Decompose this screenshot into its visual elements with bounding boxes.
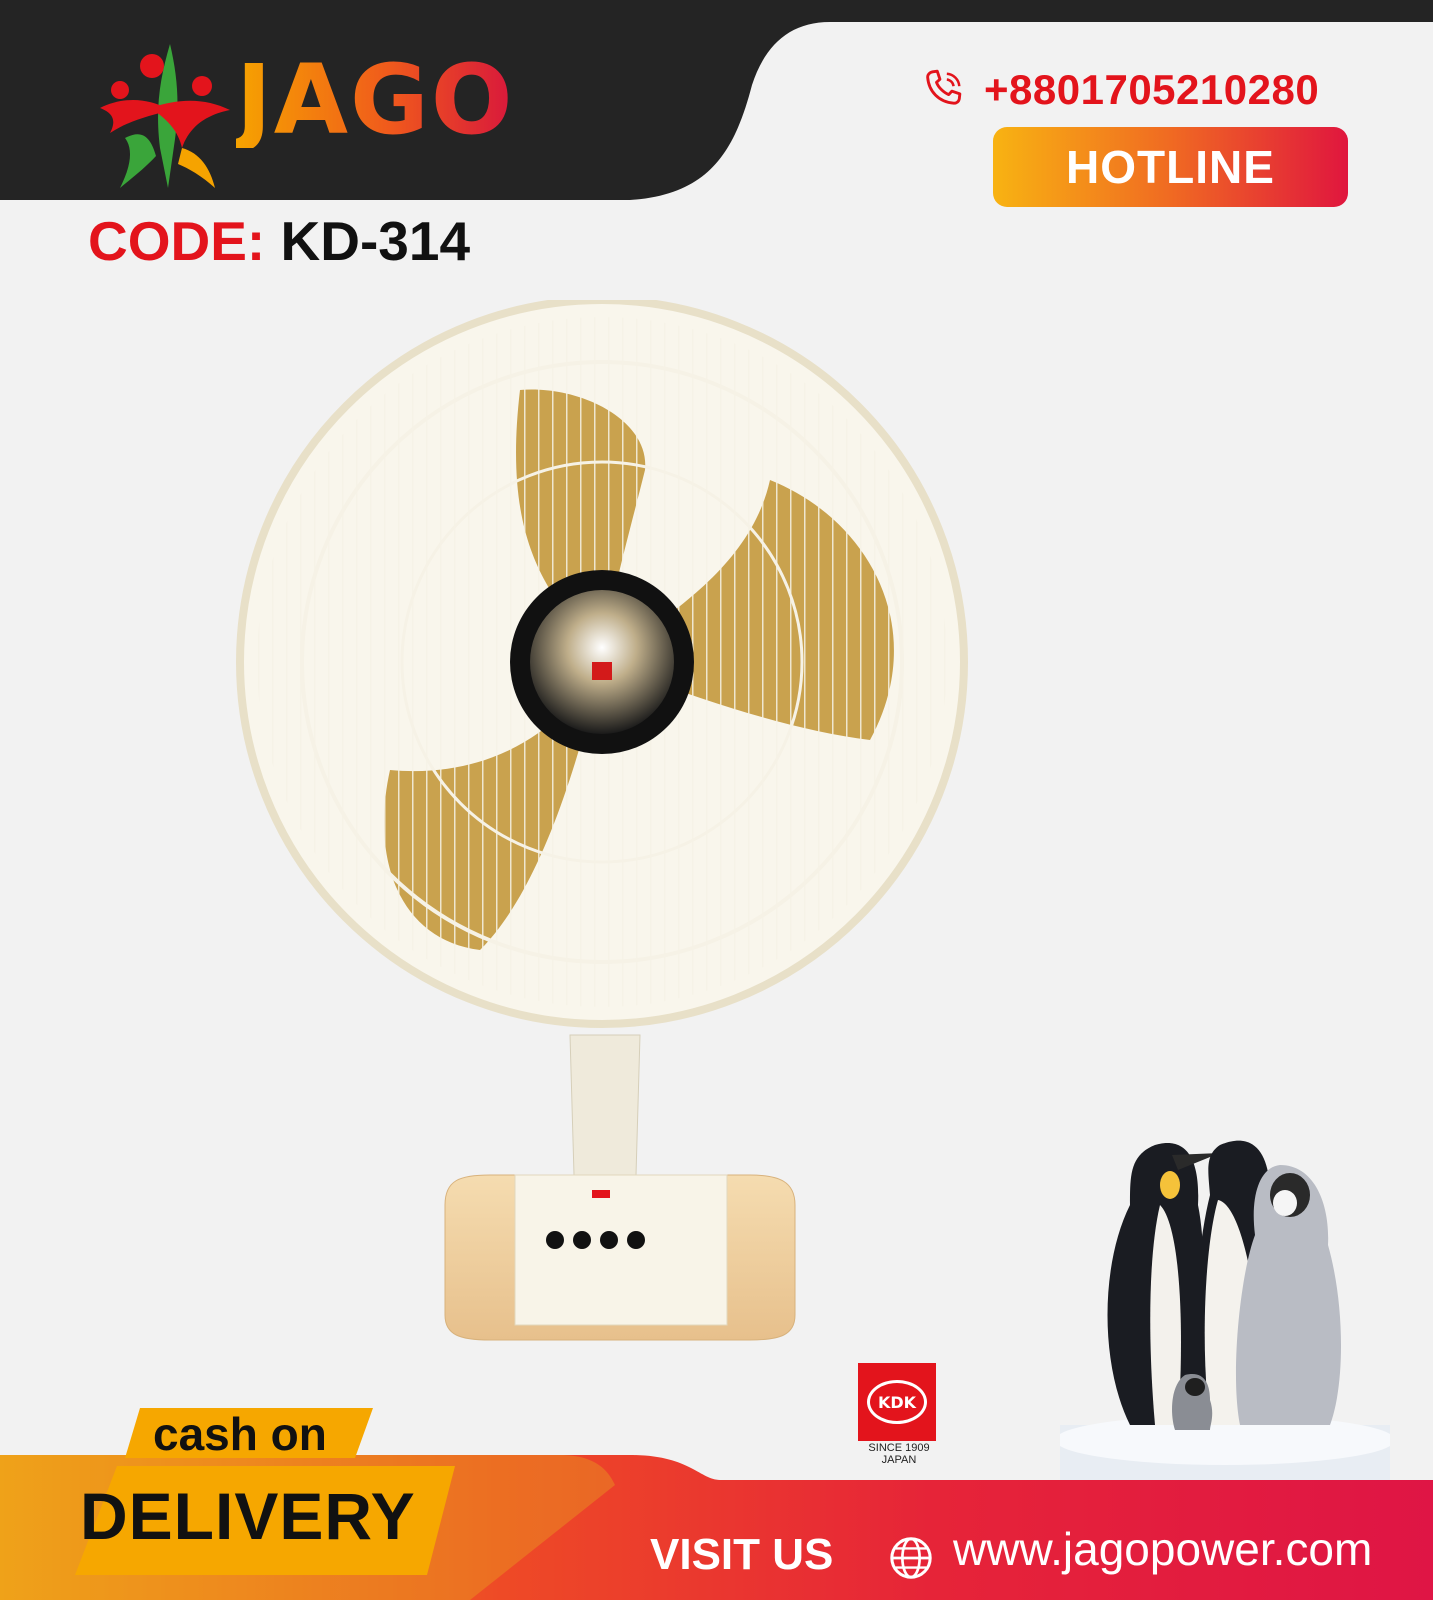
brand-logo-text: JAGO xyxy=(236,44,515,156)
kdk-since-text: SINCE 1909 xyxy=(868,1442,930,1454)
penguins-image xyxy=(1060,1140,1390,1485)
cod-line-1: cash on xyxy=(153,1408,327,1460)
kdk-logo: KDK xyxy=(867,1380,927,1424)
product-code: CODE: KD-314 xyxy=(88,214,470,269)
phone-icon xyxy=(926,69,962,105)
visit-us-label: VISIT US xyxy=(650,1530,834,1579)
phone-number: +8801705210280 xyxy=(984,66,1320,113)
website-link[interactable]: www.jagopower.com xyxy=(953,1522,1372,1576)
kdk-badge: KDK xyxy=(858,1363,936,1441)
hotline-button[interactable]: HOTLINE xyxy=(993,127,1348,207)
kdk-logo-text: KDK xyxy=(877,1392,917,1412)
people-figures-icon xyxy=(100,44,230,188)
product-code-label: CODE: xyxy=(88,210,266,272)
phone-contact[interactable]: +8801705210280 xyxy=(920,60,1319,120)
globe-icon xyxy=(890,1537,932,1579)
table-fan-image xyxy=(236,300,968,1341)
product-code-value: KD-314 xyxy=(280,210,471,272)
cod-line-2: DELIVERY xyxy=(80,1479,416,1553)
